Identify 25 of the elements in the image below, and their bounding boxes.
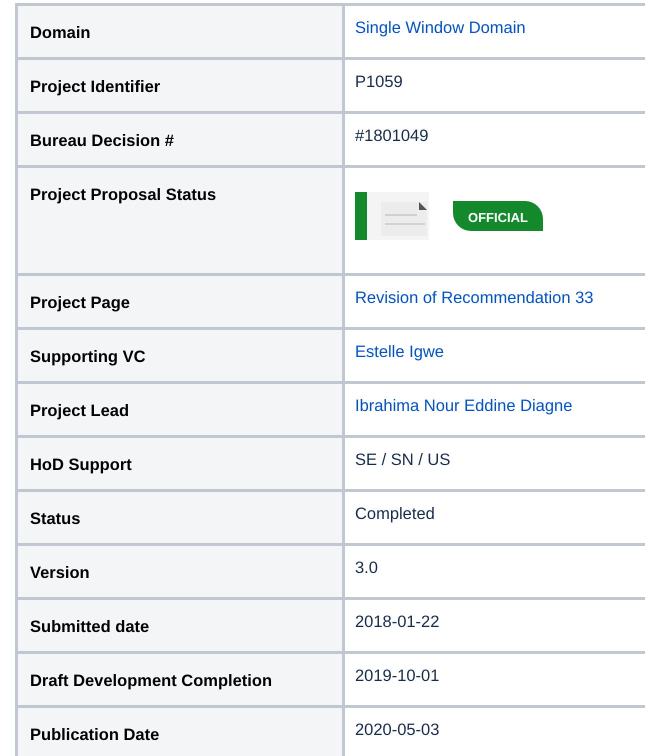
row-value: 2020-05-03 <box>355 721 440 739</box>
row-label: HoD Support <box>30 456 132 474</box>
status-badge: OFFICIAL <box>453 200 543 232</box>
row-value: 2018-01-22 <box>355 613 440 631</box>
row-label: Status <box>30 510 80 528</box>
row-label: Submitted date <box>30 618 150 636</box>
row-value: Completed <box>355 505 435 523</box>
row-label: Version <box>30 564 90 582</box>
row-label: Bureau Decision # <box>30 132 174 150</box>
row-label: Draft Development Completion <box>30 672 272 690</box>
row-label: Project Proposal Status <box>30 186 216 204</box>
value-link[interactable]: Estelle Igwe <box>355 343 444 361</box>
row-value: 2019-10-01 <box>355 667 440 685</box>
row-label: Domain <box>30 24 91 42</box>
row-label: Supporting VC <box>30 348 146 366</box>
row-label: Publication Date <box>30 726 160 744</box>
row-value: SE / SN / US <box>355 451 450 469</box>
row-value: 3.0 <box>355 559 378 577</box>
row-value: P1059 <box>355 73 403 91</box>
value-link[interactable]: Single Window Domain <box>355 19 526 37</box>
row-value: #1801049 <box>355 127 428 145</box>
row-label: Project Page <box>30 294 130 312</box>
row-label: Project Lead <box>30 402 130 420</box>
document-thumbnail-icon <box>355 192 429 240</box>
row-label: Project Identifier <box>30 78 160 96</box>
